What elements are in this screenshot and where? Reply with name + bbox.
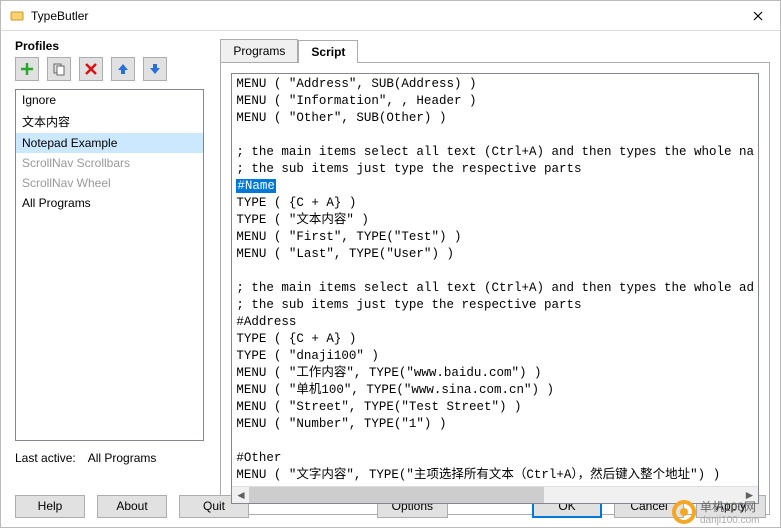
profiles-toolbar: [15, 57, 204, 81]
profile-item[interactable]: Ignore: [16, 90, 203, 110]
profile-item[interactable]: ScrollNav Wheel: [16, 173, 203, 193]
tab-programs[interactable]: Programs: [220, 39, 298, 62]
close-button[interactable]: [735, 2, 780, 30]
copy-profile-button[interactable]: [47, 57, 71, 81]
tab-script[interactable]: Script: [298, 40, 358, 63]
tabs: Programs Script: [220, 39, 770, 62]
profile-item[interactable]: Notepad Example: [16, 133, 203, 153]
scroll-track[interactable]: [249, 487, 741, 503]
profiles-list[interactable]: Ignore文本内容Notepad ExampleScrollNav Scrol…: [15, 89, 204, 441]
window-title: TypeButler: [31, 9, 735, 23]
titlebar: TypeButler: [1, 1, 780, 31]
add-profile-button[interactable]: [15, 57, 39, 81]
profile-item[interactable]: All Programs: [16, 193, 203, 213]
scroll-right-arrow[interactable]: ►: [741, 487, 758, 503]
tab-panel-script: MENU ( "Address", SUB(Address) ) MENU ( …: [220, 62, 770, 515]
script-editor[interactable]: MENU ( "Address", SUB(Address) ) MENU ( …: [231, 73, 759, 504]
scroll-thumb[interactable]: [249, 487, 544, 503]
move-down-button[interactable]: [143, 57, 167, 81]
right-panel: Programs Script MENU ( "Address", SUB(Ad…: [220, 39, 770, 489]
app-icon: [9, 8, 25, 24]
last-active-label: Last active:: [15, 451, 76, 465]
delete-profile-button[interactable]: [79, 57, 103, 81]
scroll-left-arrow[interactable]: ◄: [232, 487, 249, 503]
last-active-value: All Programs: [88, 451, 157, 465]
last-active: Last active: All Programs: [15, 451, 204, 465]
about-button[interactable]: About: [97, 495, 167, 518]
highlighted-text: #Name: [236, 179, 276, 193]
help-button[interactable]: Help: [15, 495, 85, 518]
profile-item[interactable]: 文本内容: [16, 110, 203, 133]
horizontal-scrollbar[interactable]: ◄ ►: [232, 486, 758, 503]
left-panel: Profiles Ignore文本内容Notepad ExampleScroll…: [15, 39, 204, 489]
move-up-button[interactable]: [111, 57, 135, 81]
profile-item[interactable]: ScrollNav Scrollbars: [16, 153, 203, 173]
script-text[interactable]: MENU ( "Address", SUB(Address) ) MENU ( …: [232, 74, 758, 486]
profiles-heading: Profiles: [15, 39, 204, 53]
